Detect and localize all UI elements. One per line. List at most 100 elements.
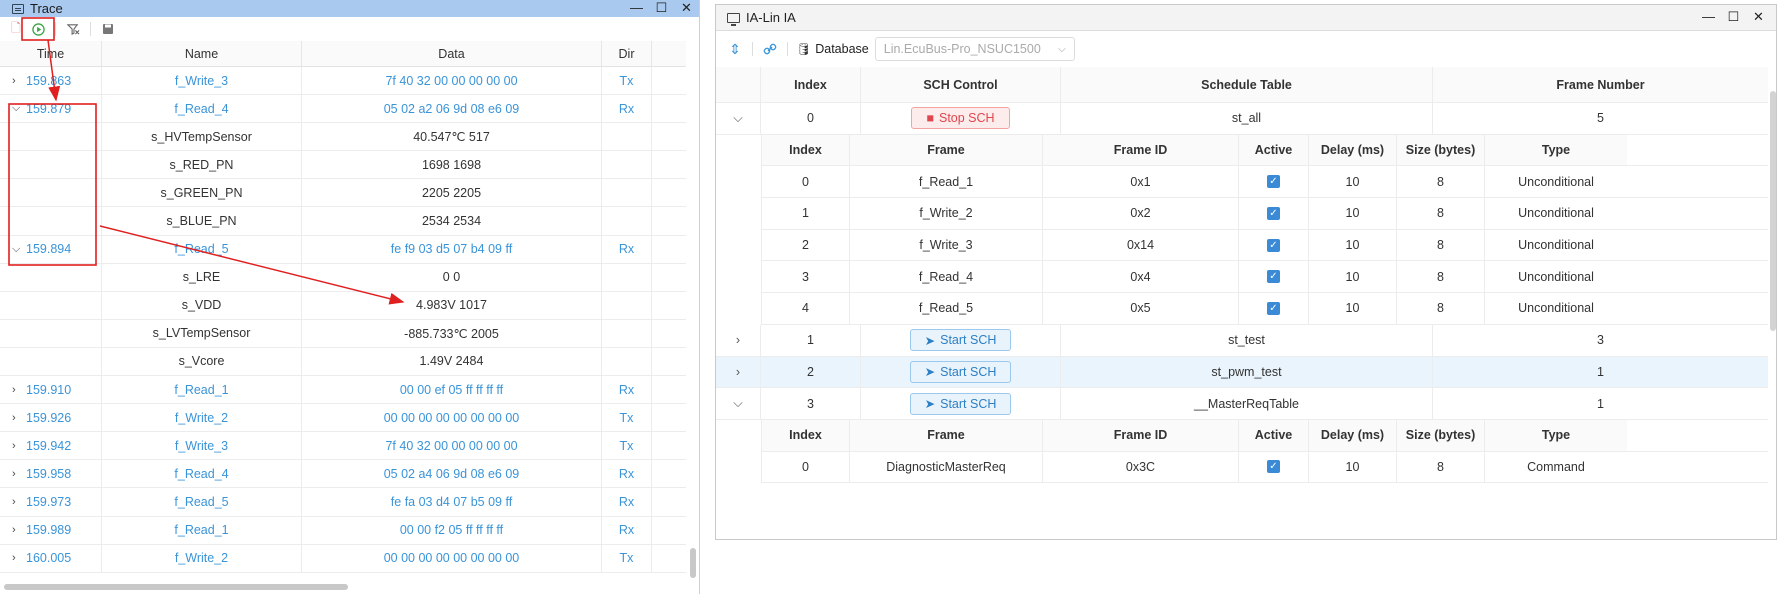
start-sch-button[interactable]: ➤ Start SCH — [909, 329, 1012, 352]
schedule-row[interactable]: ⌵ 3 ➤ Start SCH __MasterReqTable 1 — [716, 388, 1768, 420]
column-header-data[interactable]: Data — [302, 41, 602, 66]
schedule-row[interactable]: ⌵ 0 ■ Stop SCH st_all 5 — [716, 103, 1768, 135]
chevron-right-icon[interactable]: › — [12, 440, 26, 452]
vertical-scrollbar[interactable] — [1770, 91, 1776, 331]
frame-delay: 10 — [1309, 198, 1397, 229]
frame-row[interactable]: 2 f_Write_3 0x14 ✓ 10 8 Unconditional — [762, 229, 1768, 262]
trace-frame-row[interactable]: › 159.989 f_Read_1 00 00 f2 05 ff ff ff ff R… — [0, 516, 686, 545]
chevron-right-icon[interactable]: › — [12, 412, 26, 424]
data-cell: 00 00 ef 05 ff ff ff ff — [302, 376, 602, 404]
column-header-name[interactable]: Name — [102, 41, 302, 66]
frame-delay: 10 — [1309, 229, 1397, 261]
column-header-time[interactable]: Time — [0, 41, 102, 66]
trace-signal-row[interactable]: s_Vcore 1.49V 2484 — [0, 347, 686, 377]
frame-name: f_Read_1 — [850, 166, 1043, 198]
active-checkbox[interactable]: ✓ — [1267, 238, 1280, 252]
start-sch-button[interactable]: ➤ Start SCH — [909, 360, 1012, 383]
name-cell: s_RED_PN — [102, 151, 302, 179]
trace-signal-row[interactable]: s_VDD 4.983V 1017 — [0, 291, 686, 320]
data-cell: 05 02 a4 06 9d 08 e6 09 — [302, 460, 602, 488]
schedule-row[interactable]: › 2 ➤ Start SCH st_pwm_test 1 — [716, 356, 1768, 389]
chevron-down-icon[interactable]: ⌵ — [716, 388, 761, 419]
chevron-right-icon[interactable]: › — [12, 524, 26, 536]
frame-row[interactable]: 1 f_Write_2 0x2 ✓ 10 8 Unconditional — [762, 198, 1768, 230]
close-icon[interactable]: ✕ — [1746, 9, 1771, 25]
extra-cell — [652, 517, 686, 544]
chevron-right-icon[interactable]: › — [12, 75, 26, 87]
chevron-right-icon[interactable]: › — [716, 324, 761, 356]
extra-cell — [652, 545, 686, 572]
filter-clear-button[interactable] — [62, 18, 84, 40]
dir-cell — [602, 123, 652, 151]
chevron-right-icon[interactable]: › — [12, 496, 26, 508]
chevron-down-icon[interactable]: ⌵ — [12, 243, 26, 256]
minimize-icon[interactable]: — — [624, 0, 649, 16]
schedule-table-name: st_pwm_test — [1061, 356, 1433, 388]
trace-frame-row[interactable]: › 159.863 f_Write_3 7f 40 32 00 00 00 00 00… — [0, 67, 686, 96]
column-header-dir[interactable]: Dir — [602, 41, 652, 66]
dir-cell: Tx — [602, 67, 652, 95]
vertical-scrollbar[interactable] — [690, 548, 696, 578]
chevron-right-icon[interactable]: › — [12, 552, 26, 564]
stop-sch-button[interactable]: ■ Stop SCH — [911, 107, 1010, 130]
chevron-down-icon[interactable]: ⌵ — [716, 103, 761, 134]
active-checkbox[interactable]: ✓ — [1267, 206, 1280, 220]
collapse-all-icon[interactable]: ⇕ — [724, 38, 746, 60]
time-cell — [0, 319, 102, 347]
start-trace-button[interactable] — [27, 18, 49, 40]
active-checkbox[interactable]: ✓ — [1267, 460, 1280, 474]
frame-row[interactable]: 0 f_Read_1 0x1 ✓ 10 8 Unconditional — [762, 166, 1768, 199]
active-checkbox[interactable]: ✓ — [1267, 175, 1280, 189]
time-cell — [0, 291, 102, 319]
trace-frame-row[interactable]: › 159.926 f_Write_2 00 00 00 00 00 00 00 00… — [0, 404, 686, 433]
active-checkbox[interactable]: ✓ — [1267, 301, 1280, 315]
active-checkbox[interactable]: ✓ — [1267, 270, 1280, 284]
time-cell — [0, 123, 102, 151]
trace-frame-row[interactable]: › 159.958 f_Read_4 05 02 a4 06 9d 08 e6 09 R… — [0, 460, 686, 489]
trace-frame-row[interactable]: › 160.005 f_Write_2 00 00 00 00 00 00 00 00… — [0, 544, 686, 573]
trace-frame-row[interactable]: › 159.973 f_Read_5 fe fa 03 d4 07 b5 09 ff R… — [0, 488, 686, 517]
chevron-right-icon[interactable]: › — [716, 356, 761, 388]
active-cell: ✓ — [1239, 261, 1309, 293]
clear-icon[interactable]: 🗋 — [5, 18, 27, 40]
trace-frame-row[interactable]: ⌵ 159.879 f_Read_4 05 02 a2 06 9d 08 e6 09 R… — [0, 95, 686, 124]
frame-name: f_Read_5 — [850, 293, 1043, 324]
trace-signal-row[interactable]: s_GREEN_PN 2205 2205 — [0, 179, 686, 208]
time-cell: › 159.926 — [0, 404, 102, 432]
data-cell: 00 00 00 00 00 00 00 00 — [302, 544, 602, 572]
sch-button-label: Start SCH — [940, 333, 997, 348]
maximize-icon[interactable]: ☐ — [1721, 9, 1746, 25]
chevron-down-icon[interactable]: ⌵ — [12, 102, 26, 115]
start-sch-button[interactable]: ➤ Start SCH — [909, 392, 1012, 415]
maximize-icon[interactable]: ☐ — [649, 0, 674, 16]
frame-row[interactable]: 0 DiagnosticMasterReq 0x3C ✓ 10 8 Command — [762, 451, 1768, 484]
frame-type: Unconditional — [1518, 174, 1594, 189]
trace-signal-row[interactable]: s_LRE 0 0 — [0, 263, 686, 292]
minimize-icon[interactable]: — — [1696, 9, 1721, 25]
extra-cell — [652, 95, 686, 122]
frame-number: 5 — [1597, 111, 1604, 126]
database-select[interactable]: Lin.EcuBus-Pro_NSUC1500 ⌵ — [874, 37, 1075, 61]
trace-signal-row[interactable]: s_BLUE_PN 2534 2534 — [0, 207, 686, 236]
trace-frame-row[interactable]: › 159.910 f_Read_1 00 00 ef 05 ff ff ff ff R… — [0, 376, 686, 405]
schedule-row[interactable]: › 1 ➤ Start SCH st_test 3 — [716, 324, 1768, 357]
trace-frame-row[interactable]: › 159.942 f_Write_3 7f 40 32 00 00 00 00 00… — [0, 432, 686, 461]
time-value: 159.879 — [26, 101, 72, 116]
save-button[interactable] — [97, 18, 119, 40]
trace-signal-row[interactable]: s_HVTempSensor 40.547℃ 517 — [0, 123, 686, 152]
link-button[interactable] — [759, 38, 781, 60]
frame-row[interactable]: 4 f_Read_5 0x5 ✓ 10 8 Unconditional — [762, 293, 1768, 325]
horizontal-scrollbar[interactable] — [4, 584, 348, 590]
chevron-right-icon[interactable]: › — [12, 468, 26, 480]
trace-signal-row[interactable]: s_LVTempSensor -885.733℃ 2005 — [0, 319, 686, 348]
frame-row[interactable]: 3 f_Read_4 0x4 ✓ 10 8 Unconditional — [762, 261, 1768, 294]
chevron-right-icon[interactable]: › — [12, 384, 26, 396]
schedule-index: 2 — [761, 356, 861, 388]
trace-signal-row[interactable]: s_RED_PN 1698 1698 — [0, 151, 686, 180]
trace-frame-row[interactable]: ⌵ 159.894 f_Read_5 fe f9 03 d5 07 b4 09 ff R… — [0, 235, 686, 264]
frame-index: 0 — [762, 166, 850, 198]
database-label: Database — [815, 42, 869, 56]
dir-cell — [602, 291, 652, 319]
trace-window-icon — [12, 3, 24, 14]
close-icon[interactable]: ✕ — [674, 0, 699, 16]
